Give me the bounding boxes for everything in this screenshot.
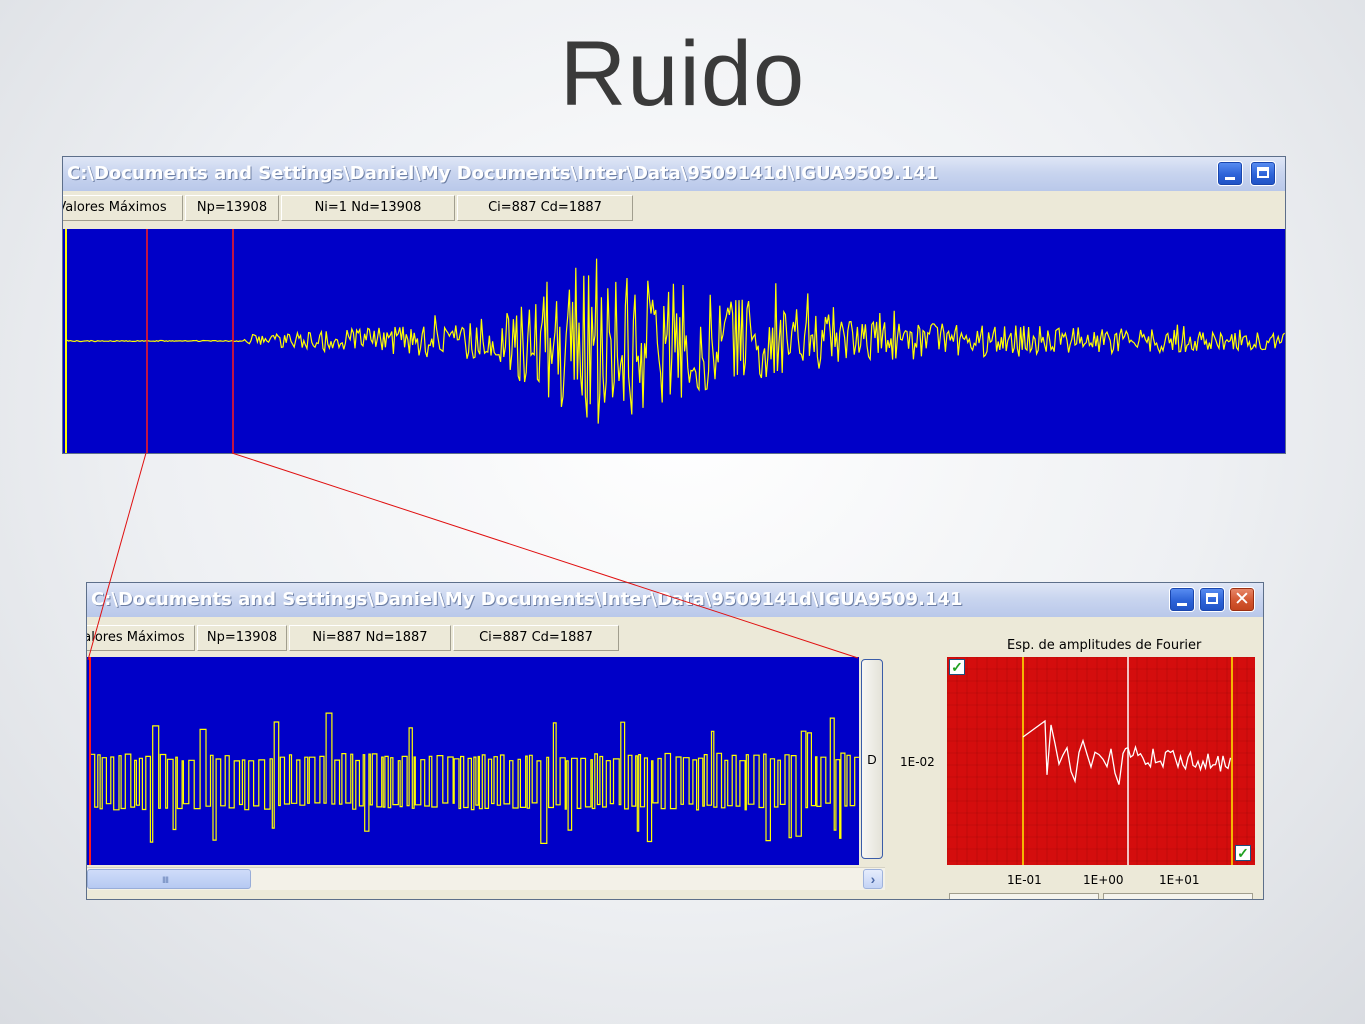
fourier-tick-label: 1E-01 (1007, 873, 1042, 887)
minimize-button[interactable] (1169, 587, 1195, 612)
fourier-spectrum-svg (947, 657, 1255, 865)
fourier-tick-label: 1E+00 (1083, 873, 1124, 887)
d-button-label: D (867, 752, 877, 767)
seismogram-trace-svg (65, 229, 1285, 453)
close-icon: ✕ (1234, 588, 1250, 610)
status-ni-nd: Ni=887 Nd=1887 (289, 625, 451, 651)
slide-title: Ruido (559, 23, 806, 125)
close-button[interactable]: ✕ (1229, 587, 1255, 612)
horizontal-scrollbar[interactable]: IIII › (87, 867, 885, 890)
fourier-checkbox-top[interactable]: ✓ (949, 659, 965, 675)
zoom-trace (91, 712, 859, 844)
scrollbar-thumb[interactable]: IIII (87, 869, 251, 889)
status-ci-cd: Ci=887 Cd=1887 (453, 625, 619, 651)
scroll-right-button[interactable]: › (863, 869, 883, 889)
status-valores-maximos[interactable]: Valores Máximos (87, 625, 195, 651)
title-bar[interactable]: C:\Documents and Settings\Daniel\My Docu… (63, 157, 1285, 191)
minimize-icon (1225, 177, 1235, 180)
zoom-trace-svg (89, 657, 859, 865)
maximize-icon (1206, 593, 1218, 604)
checkbox-checked-icon: ✓ (1237, 845, 1249, 861)
maximize-button[interactable] (1199, 587, 1225, 612)
seismogram-window-full: C:\Documents and Settings\Daniel\My Docu… (62, 156, 1286, 454)
maximize-button[interactable] (1250, 161, 1276, 186)
title-bar[interactable]: C:\Documents and Settings\Daniel\My Docu… (87, 583, 1263, 617)
seismogram-trace (66, 258, 1285, 424)
fourier-tab-left[interactable] (949, 893, 1099, 899)
seismogram-window-zoom: C:\Documents and Settings\Daniel\My Docu… (86, 582, 1264, 900)
maximize-icon (1257, 167, 1269, 178)
minimize-icon (1177, 603, 1187, 606)
minimize-button[interactable] (1217, 161, 1243, 186)
status-valores-maximos[interactable]: Valores Máximos (63, 195, 183, 221)
scroll-right-arrow-icon: › (870, 871, 876, 887)
status-bar: Valores Máximos Np=13908 Ni=887 Nd=1887 … (87, 623, 947, 653)
status-ci-cd: Ci=887 Cd=1887 (457, 195, 633, 221)
scrollbar-grip: IIII (162, 875, 169, 885)
d-button[interactable]: D (861, 659, 883, 859)
fourier-tick-label: 1E+01 (1159, 873, 1200, 887)
status-bar: Valores Máximos Np=13908 Ni=1 Nd=13908 C… (63, 193, 1285, 223)
status-np: Np=13908 (185, 195, 279, 221)
zoom-seismogram-plot[interactable] (87, 657, 859, 865)
status-np: Np=13908 (197, 625, 287, 651)
fourier-checkbox-bottom[interactable]: ✓ (1235, 845, 1251, 861)
checkbox-checked-icon: ✓ (951, 659, 963, 675)
window-title: C:\Documents and Settings\Daniel\My Docu… (91, 589, 963, 610)
fourier-title: Esp. de amplitudes de Fourier (1007, 638, 1202, 653)
amplitude-scale-label: 1E-02 (900, 755, 935, 769)
fourier-tab-right[interactable] (1103, 893, 1253, 899)
status-ni-nd: Ni=1 Nd=13908 (281, 195, 455, 221)
seismogram-plot[interactable] (63, 229, 1285, 453)
fourier-spectrum-plot[interactable]: ✓ ✓ (947, 657, 1255, 865)
window-title: C:\Documents and Settings\Daniel\My Docu… (67, 163, 939, 184)
